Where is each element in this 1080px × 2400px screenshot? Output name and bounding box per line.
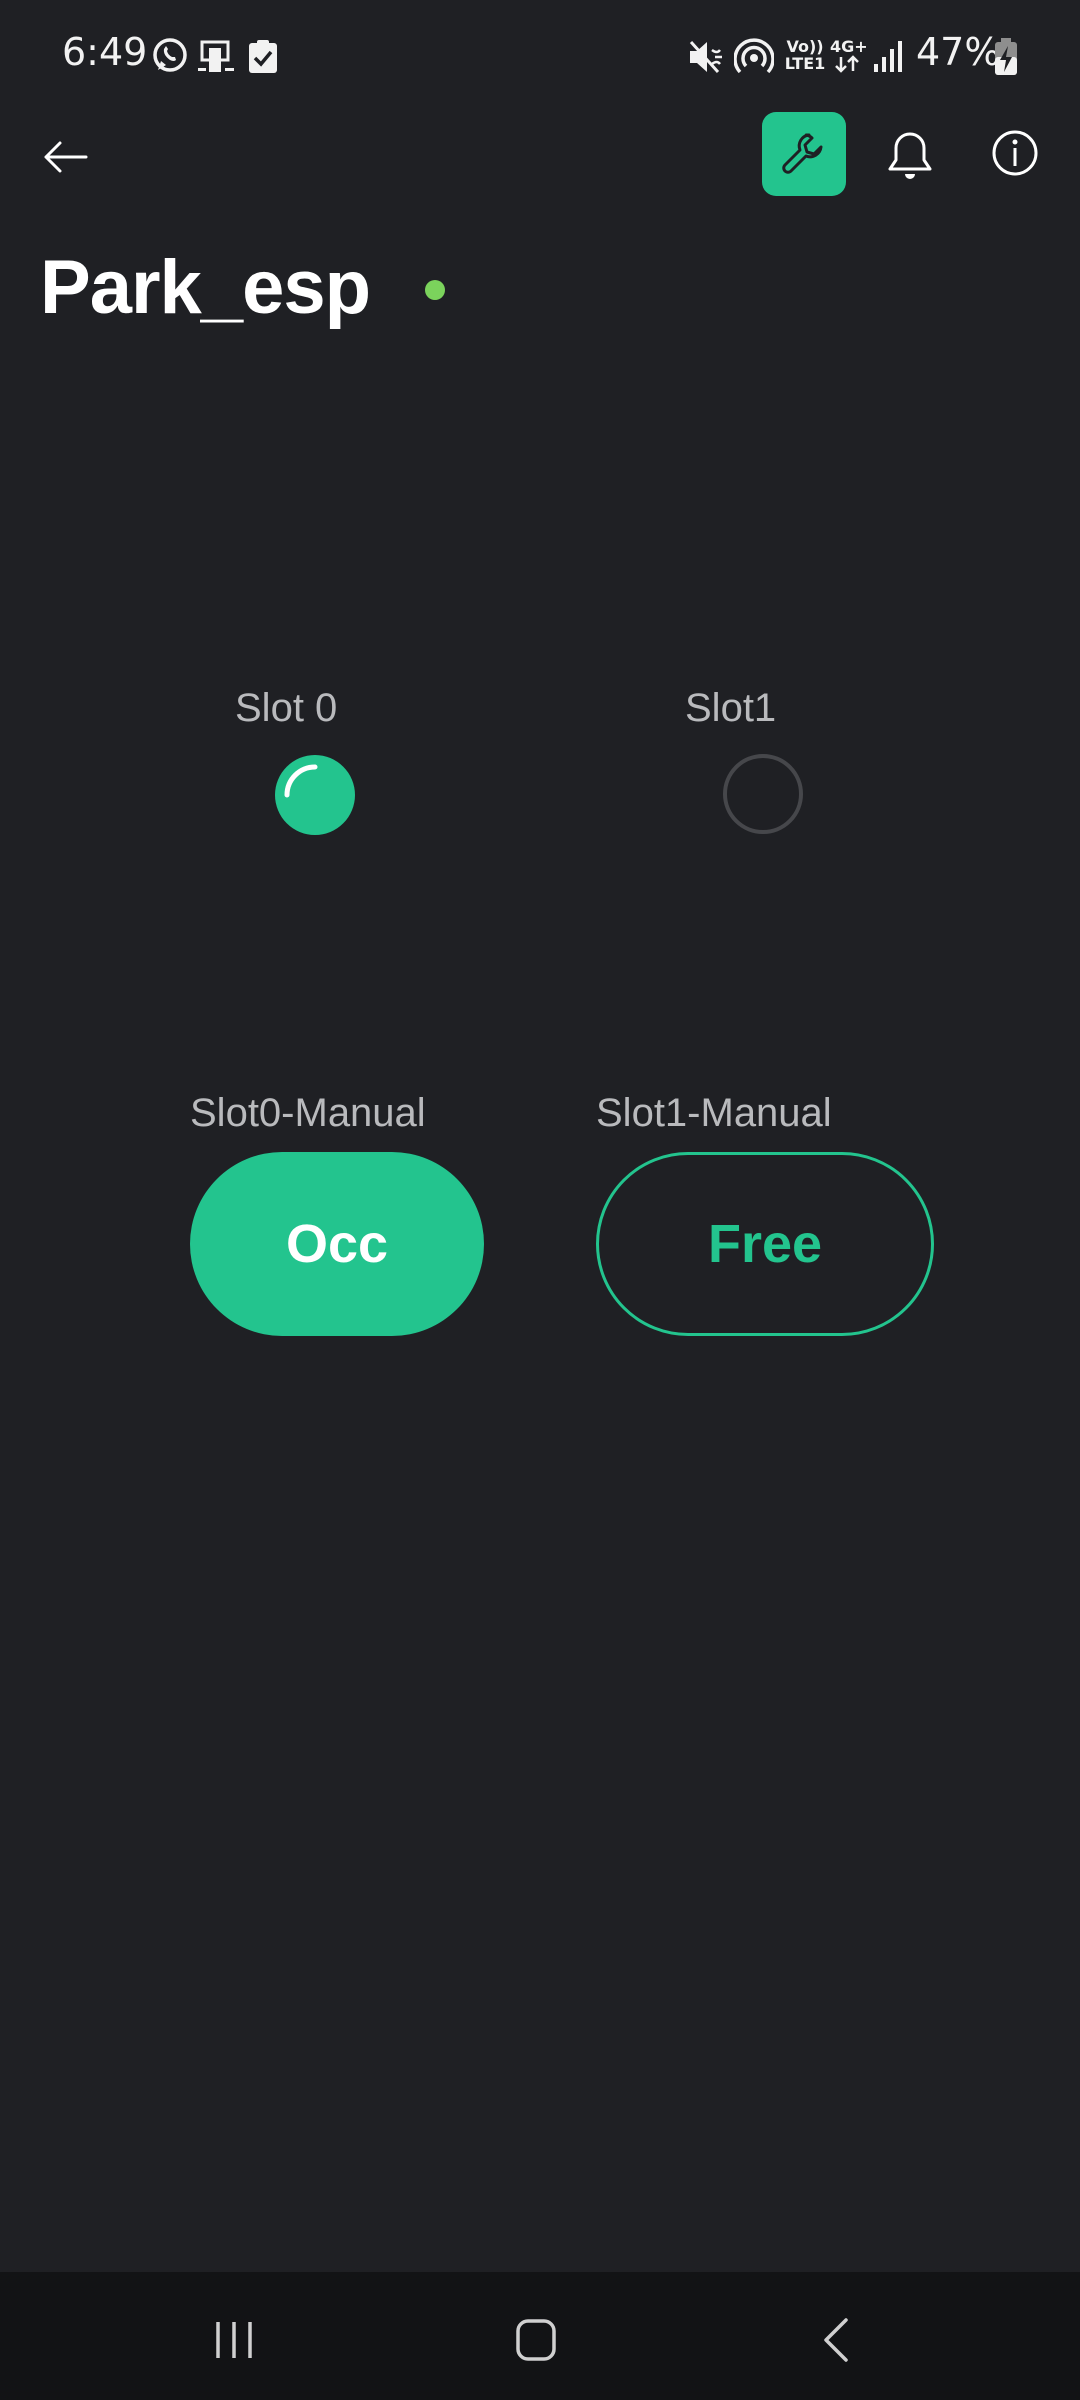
status-bar: 6:49 Vo)) LTE1 4G+ 47% xyxy=(0,0,1080,110)
nav-back-icon[interactable] xyxy=(808,2310,868,2370)
volte-icon: Vo)) LTE1 xyxy=(784,38,826,72)
slot1-manual-button[interactable]: Free xyxy=(596,1152,934,1336)
online-status-dot xyxy=(425,280,445,300)
home-icon[interactable] xyxy=(506,2310,566,2370)
slot1-manual-label: Slot1-Manual xyxy=(596,1091,832,1135)
app-bar xyxy=(0,110,1080,210)
arrow-left-icon[interactable] xyxy=(40,132,90,182)
screen-mirror-icon xyxy=(198,40,236,79)
volte-label-top: Vo)) xyxy=(786,37,824,56)
slot0-manual-button[interactable]: Occ xyxy=(190,1152,484,1336)
hotspot-icon xyxy=(733,38,775,81)
4g-plus-icon: 4G+ xyxy=(830,37,868,76)
battery-percent: 47% xyxy=(916,30,1001,74)
signal-icon xyxy=(872,40,906,77)
slot0-label: Slot 0 xyxy=(235,686,338,730)
wrench-icon xyxy=(782,133,823,174)
slot1-led xyxy=(723,754,803,834)
slot0-led xyxy=(275,755,355,835)
system-nav-bar xyxy=(0,2272,1080,2400)
device-dashboard: 6:49 Vo)) LTE1 4G+ 47% Park_esp Slot 0 S… xyxy=(0,0,1080,2400)
device-title: Park_esp xyxy=(40,245,371,330)
battery-charging-icon xyxy=(994,38,1018,81)
info-icon[interactable] xyxy=(990,128,1040,178)
volte-label-bottom: LTE1 xyxy=(784,54,826,73)
bell-icon[interactable] xyxy=(884,128,936,184)
slot0-manual-label: Slot0-Manual xyxy=(190,1091,426,1135)
mute-icon xyxy=(688,38,724,81)
slot1-label: Slot1 xyxy=(685,686,777,730)
net-label: 4G+ xyxy=(830,37,868,56)
whatsapp-icon xyxy=(150,36,190,81)
status-time: 6:49 xyxy=(62,30,148,74)
settings-wrench-button[interactable] xyxy=(762,112,846,196)
recent-apps-icon[interactable] xyxy=(204,2310,264,2370)
task-check-icon xyxy=(248,40,278,79)
